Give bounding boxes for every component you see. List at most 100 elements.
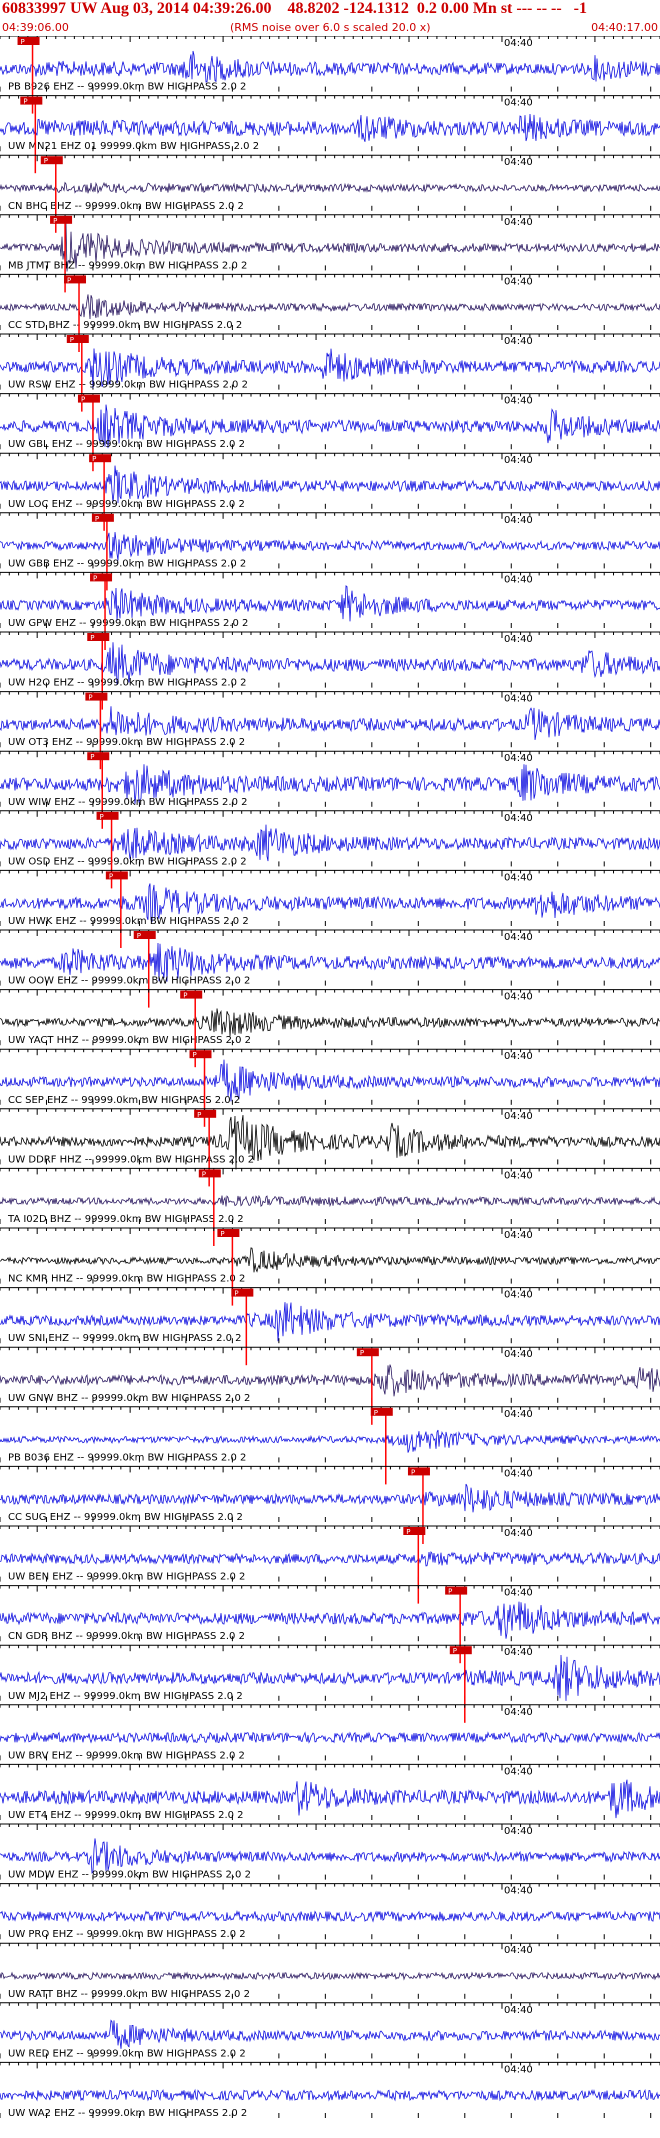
minute-label: 04:40 [504,634,533,645]
station-label: UW SNI EHZ -- 99999.0km BW HIGHPASS 2.0 … [8,1333,242,1344]
trace-row: 04:40 UW OOW EHZ -- 99999.0km BW HIGHPASS… [0,929,660,1008]
trace-row: 04:40 UW RATT BHZ -- 99999.0km BW HIGHPAS… [0,1942,660,2000]
station-label: UW YACT HHZ -- 99999.0km BW HIGHPASS 2.0… [8,1035,251,1046]
pick-label: P [44,157,48,165]
trace-row: 04:40 UW RED EHZ -- 99999.0km BW HIGHPASS… [0,2002,660,2059]
station-label: CC SEP EHZ -- 99999.0km BW HIGHPASS 2.0 … [8,1095,240,1106]
trace-row: 04:40 UW MDW EHZ -- 99999.0km BW HIGHPASS… [0,1823,660,1881]
minute-label: 04:40 [504,1886,533,1897]
trace-row: 04:40 CN BHC BHZ -- 99999.0km BW HIGHPASS… [0,154,660,233]
waveform [0,1731,660,1744]
minute-label: 04:40 [504,753,533,764]
station-label: UW OOW EHZ -- 99999.0km BW HIGHPASS 2.0 … [8,976,250,987]
minute-label: 04:40 [504,1468,533,1479]
station-label: CC STD BHZ -- 99999.0km BW HIGHPASS 2.0 … [8,320,242,331]
pick-label: P [81,396,85,404]
minute-label: 04:40 [504,336,533,347]
event-title: 60833997 UW Aug 03, 2014 04:39:26.00 48.… [2,0,587,17]
minute-label: 04:40 [504,38,533,49]
station-label: UW MDW EHZ -- 99999.0km BW HIGHPASS 2.0 … [8,1870,251,1881]
trace-row: 04:40 UW HWK EHZ -- 99999.0km BW HIGHPASS… [0,869,660,948]
minute-label: 04:40 [504,1051,533,1062]
seismogram-plot: 04:40 PB B926 EHZ -- 99999.0km BW HIGHPAS… [0,36,660,2119]
minute-label: 04:40 [504,1170,533,1181]
waveform [0,465,660,504]
waveform [0,1008,660,1037]
pick-label: P [202,1170,206,1178]
station-label: UW PRO EHZ -- 99999.0km BW HIGHPASS 2.0 … [8,1929,246,1940]
minute-label: 04:40 [504,1349,533,1360]
minute-label: 04:40 [504,2064,533,2075]
pick-label: P [448,1588,452,1596]
station-label: UW OSD EHZ -- 99999.0km BW HIGHPASS 2.0 … [8,856,247,867]
waveform [0,294,660,320]
station-label: UW RED EHZ -- 99999.0km BW HIGHPASS 2.0 … [8,2048,246,2059]
minute-label: 04:40 [504,872,533,883]
waveform [0,1429,660,1453]
start-time-label: 04:39:06.00 [2,21,69,34]
pick-label: P [70,336,74,344]
station-label: UW MJ2 EHZ -- 99999.0km BW HIGHPASS 2.0 … [8,1691,243,1702]
waveform [0,1909,660,1923]
trace-row: 04:40 UW WA2 EHZ -- 99999.0km BW HIGHPASS… [0,2061,660,2119]
waveform [0,2088,660,2102]
minute-label: 04:40 [504,1647,533,1658]
pick-label: P [234,1290,238,1298]
station-label: TA I02D BHZ -- 99999.0km BW HIGHPASS 2.0… [7,1214,244,1225]
minute-label: 04:40 [504,813,533,824]
station-label: PB B036 EHZ -- 99999.0km BW HIGHPASS 2.0… [8,1452,246,1463]
minute-label: 04:40 [504,98,533,109]
waveform [0,1550,660,1567]
station-label: CN BHC BHZ -- 99999.0km BW HIGHPASS 2.0 … [8,201,244,212]
trace-row: 04:40 TA I02D BHZ -- 99999.0km BW HIGHPAS… [0,1167,660,1246]
station-label: UW ET4 EHZ -- 99999.0km BW HIGHPASS 2.0 … [8,1810,244,1821]
minute-label: 04:40 [504,1409,533,1420]
minute-label: 04:40 [504,1588,533,1599]
minute-label: 04:40 [504,217,533,228]
station-label: UW GBL EHZ -- 99999.0km BW HIGHPASS 2.0 … [8,439,245,450]
pick-label: P [406,1528,410,1536]
station-label: UW LOC EHZ -- 99999.0km BW HIGHPASS 2.0 … [8,499,245,510]
trace-row: 04:40 UW BRV EHZ -- 99999.0km BW HIGHPASS… [0,1704,660,1761]
pick-label: P [137,932,141,940]
station-label: UW GNW BHZ -- 99999.0km BW HIGHPASS 2.0 … [8,1393,250,1404]
station-label: UW MN21 EHZ 01 99999.0km BW HIGHPASS 2.0… [8,141,259,152]
end-time-label: 04:40:17.00 [591,21,658,34]
pick-label: P [109,872,113,880]
pick-label: P [93,574,97,582]
pick-label: P [21,38,25,46]
pick-label: P [100,813,104,821]
waveform [0,2019,660,2049]
trace-row: 04:40 CC STD BHZ -- 99999.0km BW HIGHPASS… [0,273,660,352]
pick-label: P [90,634,94,642]
pick-label: P [23,98,27,106]
pick-label: P [453,1647,457,1655]
minute-label: 04:40 [504,1230,533,1241]
waveform [0,1483,660,1513]
minute-label: 04:40 [504,694,533,705]
waveform [0,1971,660,1981]
pick-label: P [374,1409,378,1417]
station-label: UW WA2 EHZ -- 99999.0km BW HIGHPASS 2.0 … [8,2108,247,2119]
pick-label: P [183,992,187,1000]
station-label: PB B926 EHZ -- 99999.0km BW HIGHPASS 2.0… [8,82,246,93]
trace-row: 04:40 UW DDRF HHZ -- 99999.0km BW HIGHPAS… [0,1108,660,1187]
waveform [0,1247,660,1273]
waveform [0,585,660,622]
trace-row: 04:40 UW YACT HHZ -- 99999.0km BW HIGHPAS… [0,989,660,1068]
waveform [0,181,660,195]
minute-label: 04:40 [504,1826,533,1837]
trace-row: 04:40 CC SEP EHZ -- 99999.0km BW HIGHPASS… [0,1048,660,1127]
station-label: UW DDRF HHZ -- 99999.0km BW HIGHPASS 2.0… [8,1154,254,1165]
minute-label: 04:40 [504,1528,533,1539]
minute-label: 04:40 [504,515,533,526]
pick-label: P [411,1468,415,1476]
waveform [0,706,660,740]
station-label: UW WIW EHZ -- 99999.0km BW HIGHPASS 2.0 … [8,797,247,808]
trace-row: 04:40 CC SUG EHZ -- 99999.0km BW HIGHPASS… [0,1465,660,1544]
minute-label: 04:40 [504,1945,533,1956]
plot-header: 60833997 UW Aug 03, 2014 04:39:26.00 48.… [0,0,660,36]
pick-label: P [90,753,94,761]
station-label: UW GPW EHZ -- 99999.0km BW HIGHPASS 2.0 … [8,618,248,629]
station-label: MB JTMT BHZ -- 99999.0km BW HIGHPASS 2.0… [8,260,247,271]
